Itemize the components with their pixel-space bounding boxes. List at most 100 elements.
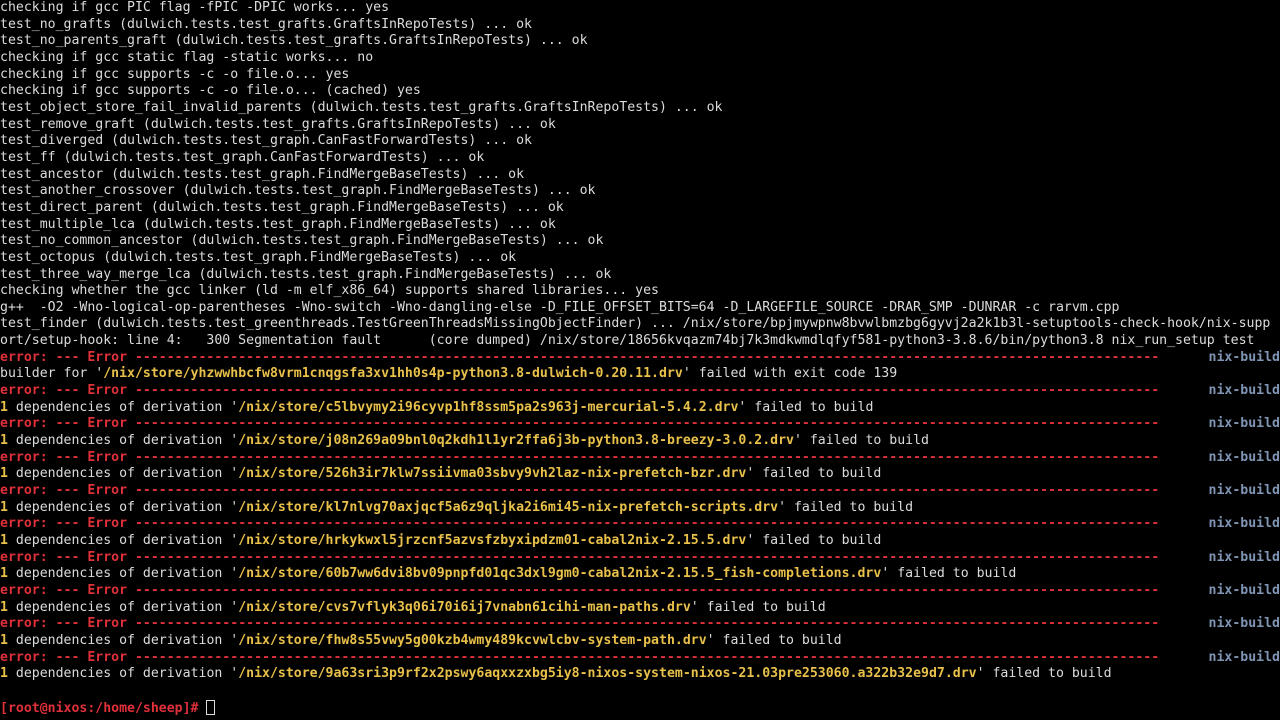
output-line: test_no_grafts (dulwich.tests.test_graft… [0, 16, 532, 32]
drv-path: /nix/store/c5lbvymy2i96cyvp1hf8ssm5pa2s9… [238, 399, 739, 415]
error-rule: --- Error ------------------------------… [47, 383, 1160, 399]
dependency-failed-line: 1 dependencies of derivation '/nix/store… [0, 500, 1280, 517]
nix-build-tag: nix-build [1206, 516, 1280, 533]
error-header: error: --- Error -----------------------… [0, 549, 1280, 567]
output-line: test_diverged (dulwich.tests.test_graph.… [0, 133, 532, 149]
dependency-prefix: dependencies of derivation ' [7, 466, 239, 482]
error-label: error: [0, 549, 48, 565]
dependency-count: 1 [0, 499, 8, 515]
dependency-suffix: ' failed to build [881, 566, 1017, 582]
output-line: checking if gcc supports -c -o file.o...… [0, 83, 421, 99]
nix-build-tag: nix-build [1206, 349, 1280, 367]
output-line: test_remove_graft (dulwich.tests.test_gr… [0, 116, 556, 132]
nix-build-tag: nix-build [1206, 383, 1280, 400]
error-header: error: --- Error -----------------------… [0, 483, 1280, 500]
output-line: checking if gcc static flag -static work… [0, 49, 374, 65]
dependency-failed-line: 1 dependencies of derivation '/nix/store… [0, 433, 1280, 450]
dependency-suffix: ' failed to build [706, 632, 842, 648]
error-rule: --- Error ------------------------------… [47, 449, 1160, 465]
error-rule: --- Error ------------------------------… [47, 483, 1160, 499]
dependency-suffix: ' failed to build [690, 599, 826, 615]
dependency-failed-line: 1 dependencies of derivation '/nix/store… [0, 400, 1280, 417]
dependency-failed-line: 1 dependencies of derivation '/nix/store… [0, 566, 1280, 583]
output-line: test_ff (dulwich.tests.test_graph.CanFas… [0, 149, 485, 165]
error-rule: --- Error ------------------------------… [47, 582, 1160, 598]
error-header: error: --- Error -----------------------… [0, 349, 1280, 367]
error-rule: --- Error ------------------------------… [47, 516, 1160, 532]
terminal-window[interactable]: checking if gcc PIC flag -fPIC -DPIC wor… [0, 0, 1280, 720]
error-label: error: [0, 483, 48, 499]
terminal-output: checking if gcc PIC flag -fPIC -DPIC wor… [0, 0, 1280, 716]
dependency-count: 1 [0, 599, 8, 615]
error-rule: --- Error ------------------------------… [47, 616, 1160, 632]
dependency-prefix: dependencies of derivation ' [7, 499, 239, 515]
dependency-failed-line: 1 dependencies of derivation '/nix/store… [0, 633, 1280, 650]
dependency-failed-line: 1 dependencies of derivation '/nix/store… [0, 533, 1280, 550]
dependency-failed-line: 1 dependencies of derivation '/nix/store… [0, 466, 1280, 483]
dependency-prefix: dependencies of derivation ' [7, 433, 239, 449]
dependency-suffix: ' failed to build [738, 399, 874, 415]
error-header: error: --- Error -----------------------… [0, 449, 1280, 467]
error-header: error: --- Error -----------------------… [0, 416, 1280, 434]
drv-path: /nix/store/cvs7vflyk3q06i70i6ij7vnabn61c… [238, 599, 691, 615]
output-line: test_octopus (dulwich.tests.test_graph.F… [0, 249, 517, 265]
dependency-suffix: ' failed to build [746, 533, 882, 548]
error-header: error: --- Error -----------------------… [0, 582, 1280, 600]
drv-path: /nix/store/526h3ir7klw7ssiivma03sbvy9vh2… [238, 466, 747, 482]
dependency-prefix: dependencies of derivation ' [7, 666, 239, 682]
shell-prompt: [root@nixos:/home/sheep]# [0, 700, 199, 716]
text-cursor[interactable] [206, 699, 216, 715]
nix-build-tag: nix-build [1206, 549, 1280, 567]
nix-build-tag: nix-build [1206, 416, 1280, 434]
dependency-prefix: dependencies of derivation ' [7, 566, 239, 582]
error-label: error: [0, 416, 48, 432]
output-line: checking if gcc supports -c -o file.o...… [0, 66, 350, 82]
output-line: checking if gcc PIC flag -fPIC -DPIC wor… [0, 0, 390, 15]
output-line: test_direct_parent (dulwich.tests.test_g… [0, 199, 564, 215]
builder-suffix: ' failed with exit code 139 [682, 366, 898, 382]
output-line: test_multiple_lca (dulwich.tests.test_gr… [0, 216, 556, 232]
dependency-prefix: dependencies of derivation ' [7, 632, 239, 648]
error-label: error: [0, 516, 48, 532]
error-rule: --- Error ------------------------------… [47, 649, 1160, 665]
error-rule: --- Error ------------------------------… [47, 549, 1160, 565]
dependency-prefix: dependencies of derivation ' [7, 599, 239, 615]
nix-build-tag: nix-build [1206, 582, 1280, 600]
dependency-prefix: dependencies of derivation ' [7, 399, 239, 415]
drv-path: /nix/store/yhzwwhbcfw8vrm1cnqgsfa3xv1hh0… [103, 366, 683, 382]
dependency-count: 1 [0, 666, 8, 682]
prompt-line[interactable]: [root@nixos:/home/sheep]# [0, 699, 1280, 717]
error-label: error: [0, 649, 48, 665]
output-line: test_another_crossover (dulwich.tests.te… [0, 183, 596, 199]
dependency-count: 1 [0, 566, 8, 582]
output-line: ort/setup-hook: line 4: 300 Segmentation… [0, 333, 1255, 349]
error-label: error: [0, 449, 48, 465]
dependency-failed-line: 1 dependencies of derivation '/nix/store… [0, 666, 1280, 683]
drv-path: /nix/store/fhw8s55vwy5g00kzb4wmy489kcvwl… [238, 632, 707, 648]
drv-path: /nix/store/60b7ww6dvi8bv09pnpfd01qc3dxl9… [238, 566, 882, 582]
nix-build-tag: nix-build [1206, 483, 1280, 500]
dependency-suffix: ' failed to build [746, 466, 882, 482]
output-line: test_ancestor (dulwich.tests.test_graph.… [0, 166, 525, 182]
dependency-count: 1 [0, 399, 8, 415]
output-line: test_finder (dulwich.tests.test_greenthr… [0, 316, 1271, 332]
output-line: g++ -O2 -Wno-logical-op-parentheses -Wno… [0, 299, 1120, 315]
builder-failed-line: builder for '/nix/store/yhzwwhbcfw8vrm1c… [0, 366, 1280, 383]
nix-build-tag: nix-build [1206, 649, 1280, 667]
output-line: test_three_way_merge_lca (dulwich.tests.… [0, 266, 612, 282]
drv-path: /nix/store/hrkykwxl5jrzcnf5azvsfzbyxipdz… [238, 533, 747, 548]
dependency-suffix: ' failed to build [976, 666, 1112, 682]
error-header: error: --- Error -----------------------… [0, 616, 1280, 633]
builder-prefix: builder for ' [0, 366, 104, 382]
error-header: error: --- Error -----------------------… [0, 383, 1280, 400]
error-rule: --- Error ------------------------------… [47, 349, 1160, 365]
error-label: error: [0, 582, 48, 598]
error-label: error: [0, 616, 48, 632]
output-line: test_object_store_fail_invalid_parents (… [0, 99, 723, 115]
dependency-prefix: dependencies of derivation ' [7, 533, 239, 548]
error-header: error: --- Error -----------------------… [0, 516, 1280, 533]
output-line: test_no_parents_graft (dulwich.tests.tes… [0, 33, 588, 49]
dependency-count: 1 [0, 632, 8, 648]
error-label: error: [0, 383, 48, 399]
